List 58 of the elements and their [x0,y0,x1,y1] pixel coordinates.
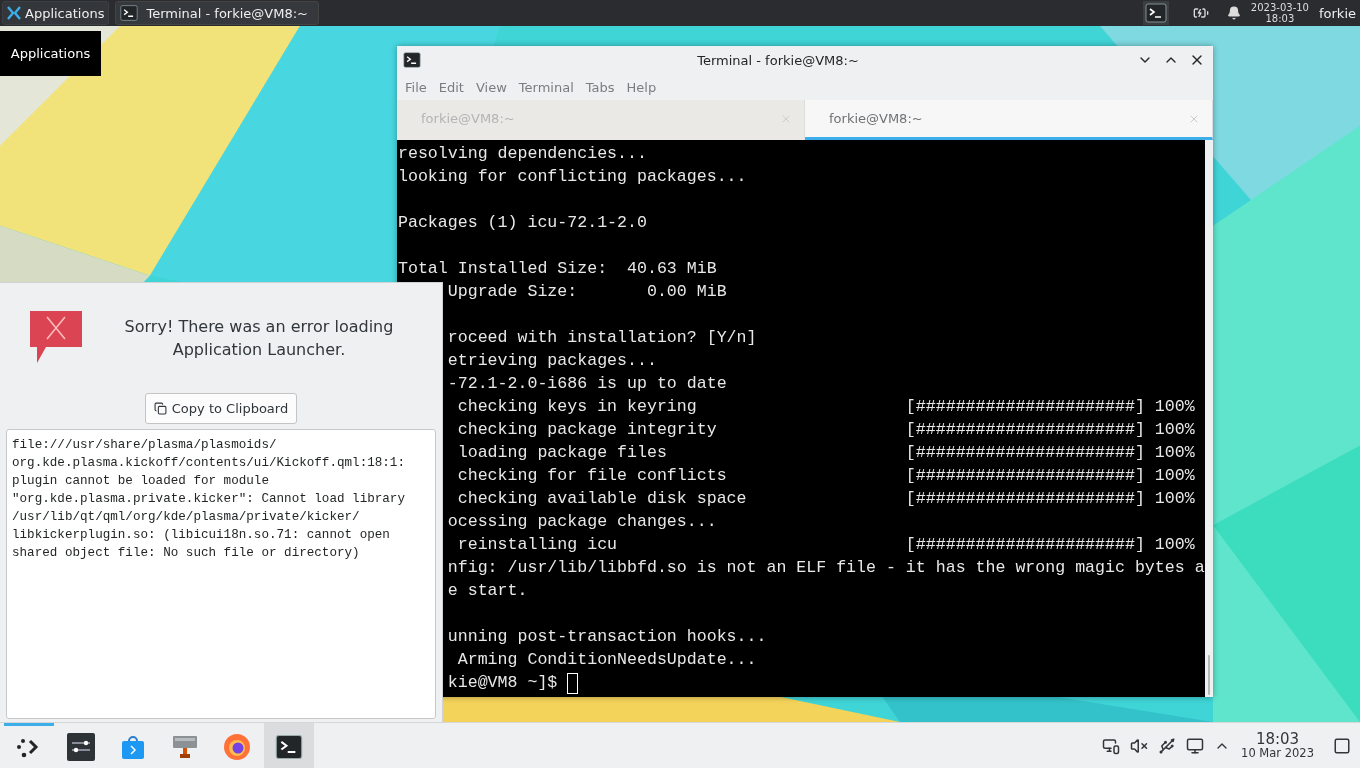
scrollbar[interactable] [1204,140,1213,697]
network-icon[interactable] [1186,736,1205,755]
error-message: Sorry! There was an error loading Application Launcher. [123,316,395,361]
terminal-line: Packages (1) icu-72.1-2.0 [398,212,647,234]
terminal-line: nfig: /usr/lib/libbfd.so is not an ELF file - it has the wrong magic bytes a [446,557,1205,579]
terminal-icon [1144,2,1167,24]
battery-icon[interactable] [1192,5,1209,21]
app-menu-icon [7,6,21,20]
error-details: file:///usr/share/plasma/plasmoids/ org.kde.plasma.kickoff/contents/ui/Kickoff.qml:18:1: plugin cannot be loaded for module "org.kde.plasma.private.kicker": Cannot load library /usr/lib/qt/qml/org/kde/plasma/private/kicker/ libkickerplugin.so: (libicui18n.so.71: cannot open shared object file: No such file or directory) [6,429,436,719]
terminal-line: Total Installed Size: 40.63 MiB [398,258,717,280]
terminal-line: looking for conflicting packages... [398,166,747,188]
copy-to-clipboard-button[interactable]: Copy to Clipboard [144,393,298,424]
terminal-line: checking keys in keyring [######################] 100% [456,396,1195,418]
terminal-line: checking package integrity [######################] 100% [456,419,1195,441]
globe-fox-icon [222,732,252,762]
terminal-line: ocessing package changes... [446,511,717,533]
terminal-line: Upgrade Size: 0.00 MiB [446,281,727,303]
taskbar-launcher[interactable] [264,723,314,768]
terminal-icon [120,4,139,22]
terminal-line: reinstalling icu [######################] 100% [456,534,1195,556]
terminal-line: roceed with installation? [Y/n] [446,327,757,349]
menu-item[interactable]: Terminal [512,79,580,95]
terminal-line: Arming ConditionNeedsUpdate... [456,649,757,671]
show-desktop-icon[interactable] [1333,736,1351,755]
terminal-icon [403,51,421,69]
notification-bell-icon[interactable] [1226,6,1241,20]
terminal-line: e start. [446,580,528,602]
tooltip: Applications [0,31,101,76]
mute-icon[interactable] [1130,736,1149,755]
toolbox-icon [171,733,199,761]
window-title: Terminal - forkie@VM8:~ [696,52,860,68]
terminal-line: unning post-transaction hooks... [446,626,767,648]
cursor [567,673,579,694]
terminal-line: etrieving packages... [446,350,657,372]
terminal-icon [275,733,303,761]
sliders-icon [67,733,95,761]
clock[interactable]: 18:03 10 Mar 2023 [1241,731,1314,760]
error-icon [30,311,82,363]
menu-item[interactable]: Tabs [579,79,621,95]
shopping-bag-icon [119,733,147,761]
menu-item[interactable]: Edit [432,79,470,95]
display-icon[interactable] [1102,736,1121,755]
terminal-line: -72.1-2.0-i686 is up to date [446,373,727,395]
menu-item[interactable]: Help [620,79,663,95]
terminal-line: loading package files [######################] 100% [456,442,1195,464]
menu-item[interactable]: File [399,79,433,95]
menu-item[interactable]: View [469,79,513,95]
terminal-tray-button[interactable] [1142,1,1169,25]
usb-icon[interactable] [1158,736,1177,755]
copy-icon [153,402,167,415]
terminal-line: resolving dependencies... [398,143,647,165]
tab[interactable]: forkie@VM8:~ [805,100,1213,140]
taskbar-entry[interactable]: Terminal - forkie@VM8:~ [115,1,319,25]
terminal-line: checking for file conflicts [######################] 100% [456,465,1195,487]
terminal-prompt: kie@VM8 ~]$ [446,672,559,694]
user-name[interactable]: forkie [1319,5,1356,21]
applications-button[interactable]: Applications [2,1,110,25]
clock[interactable]: 2023-03-10 18:03 [1250,2,1309,24]
